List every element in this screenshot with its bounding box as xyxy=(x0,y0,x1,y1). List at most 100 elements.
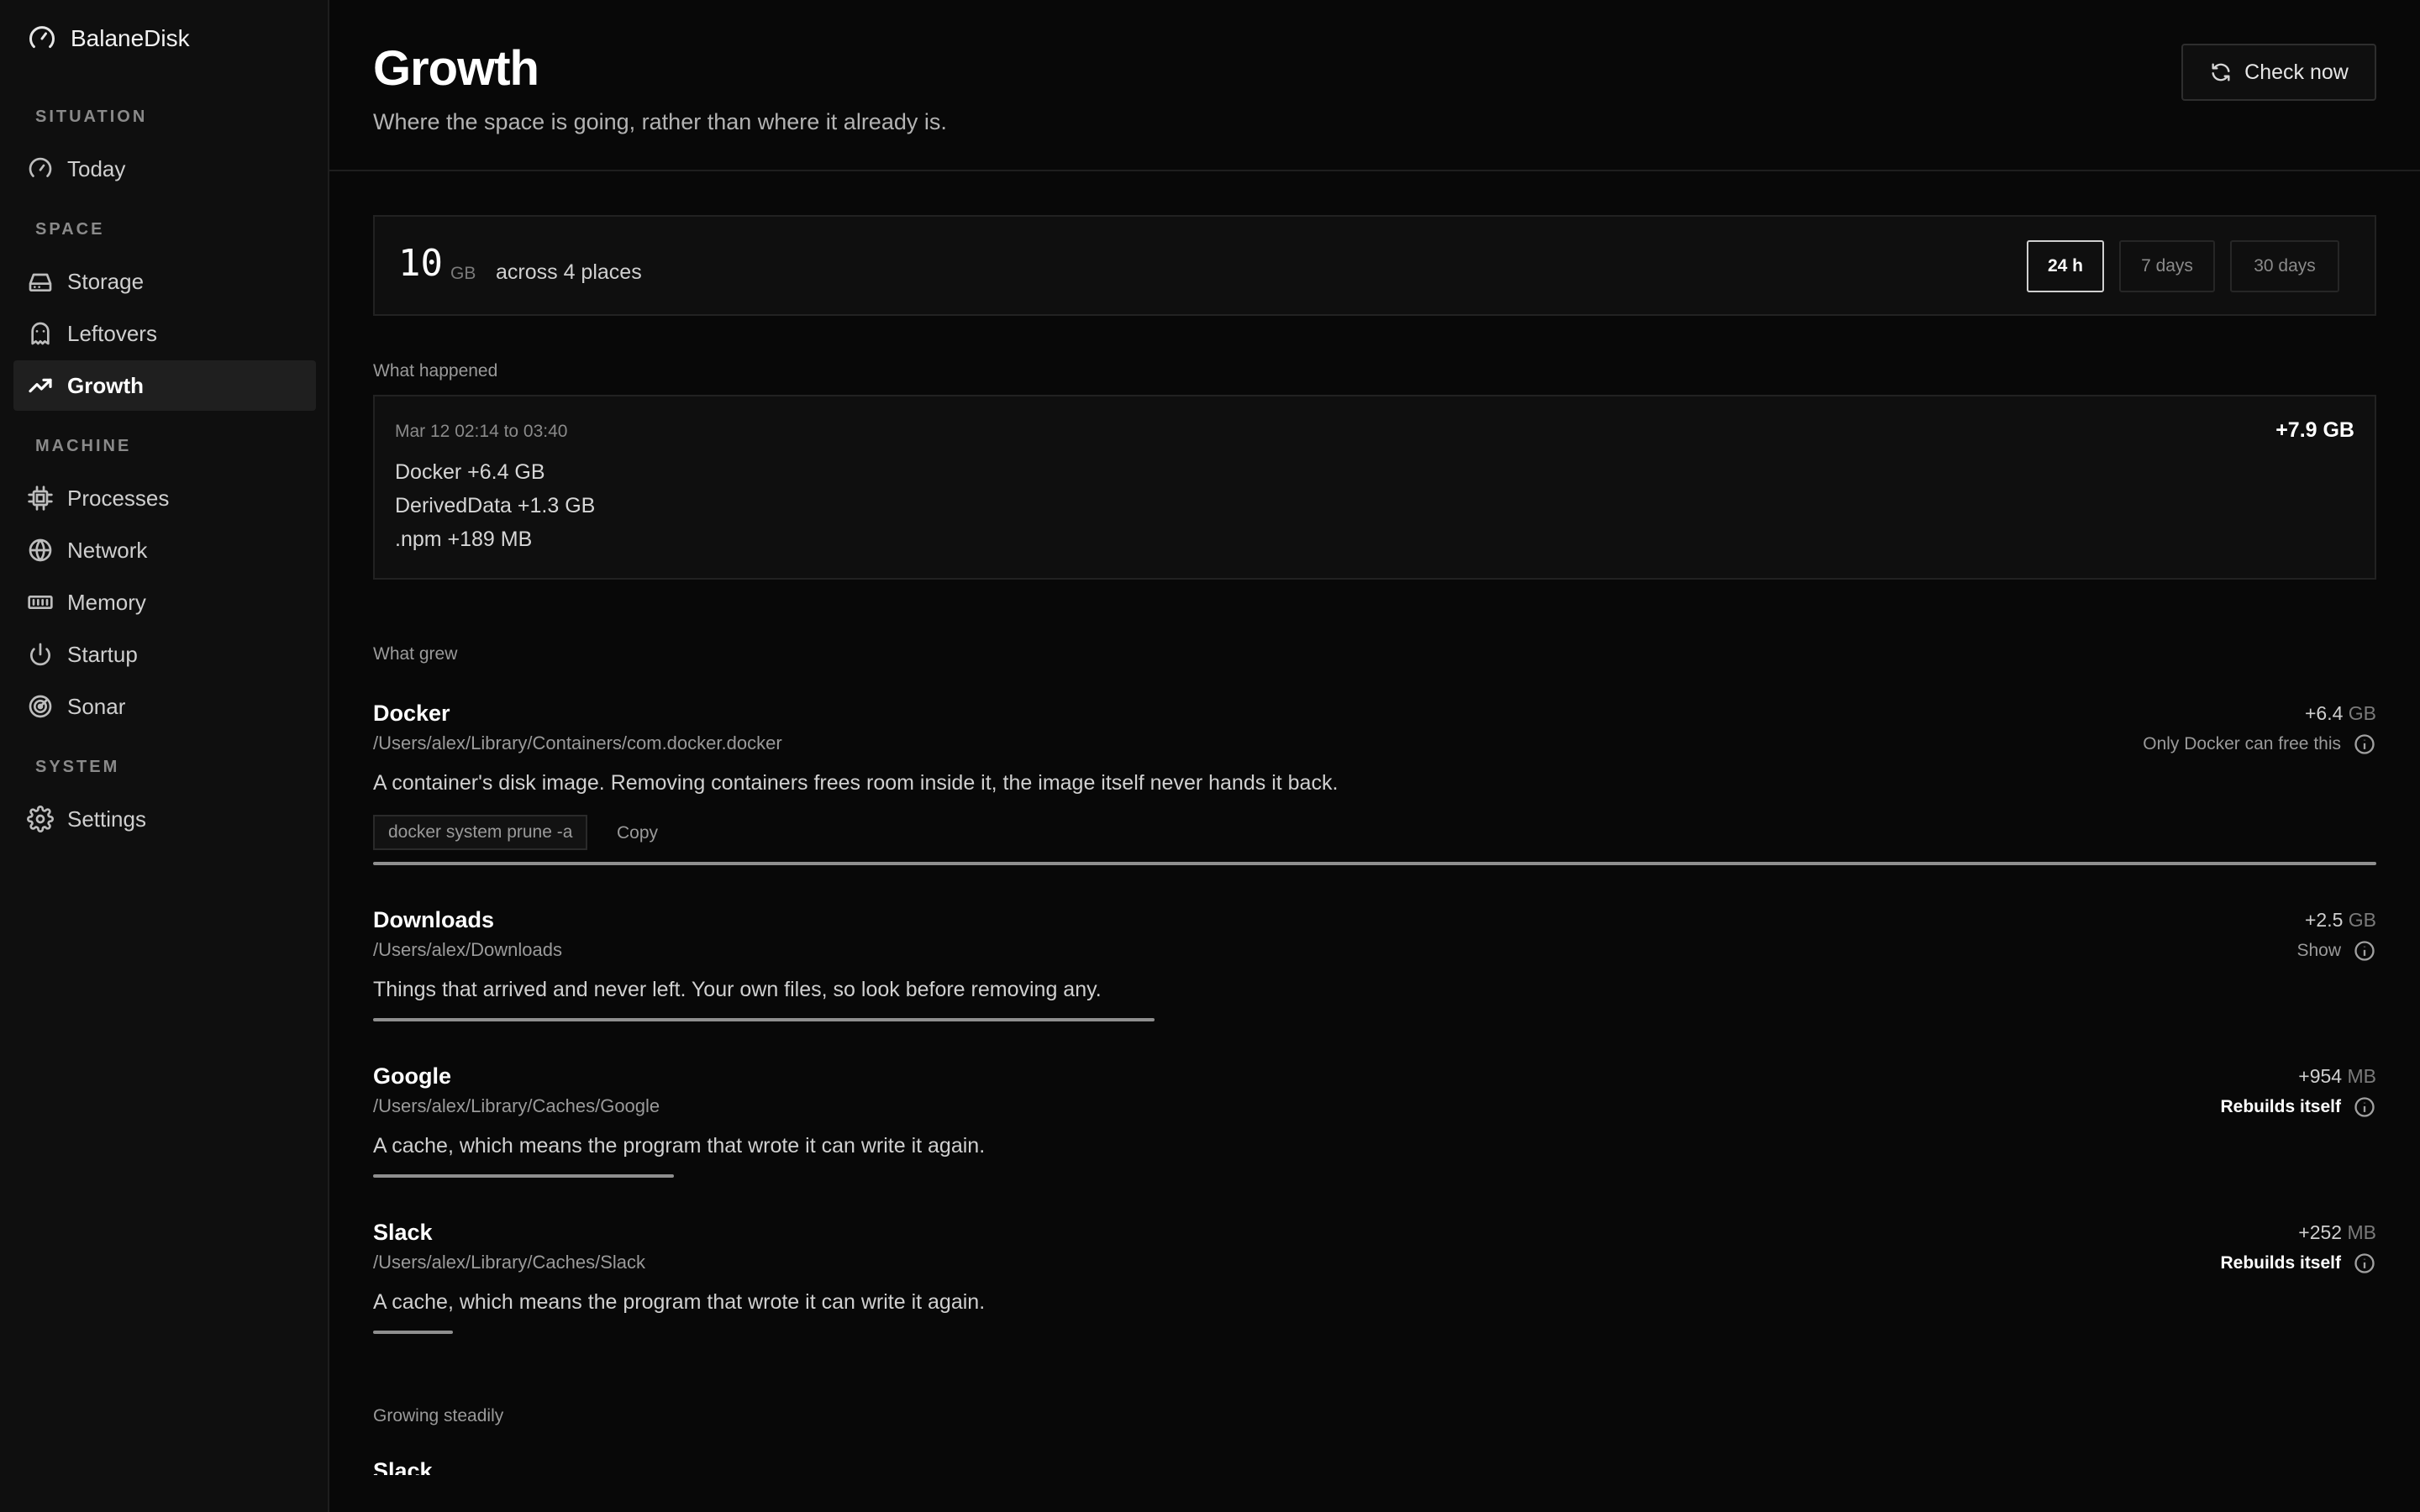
info-icon[interactable] xyxy=(2353,1095,2376,1119)
sidebar-item-today[interactable]: Today xyxy=(13,144,316,194)
sidebar-item-label: Sonar xyxy=(67,693,126,719)
globe-icon xyxy=(27,537,54,564)
grow-amount-value: +954 xyxy=(2298,1065,2343,1087)
grow-item-amount: +6.4 GB xyxy=(2305,702,2376,725)
section-label-situation: SITUATION xyxy=(35,108,148,126)
show-in-finder-link[interactable]: Show xyxy=(2296,941,2341,961)
event-line: Docker +6.4 GB xyxy=(395,460,545,484)
sidebar-item-label: Growth xyxy=(67,372,144,398)
sidebar-item-label: Leftovers xyxy=(67,320,157,346)
range-tab-30-days[interactable]: 30 days xyxy=(2230,240,2339,292)
grow-item-name: Downloads xyxy=(373,907,495,932)
sidebar-item-processes[interactable]: Processes xyxy=(13,473,316,523)
event-line: .npm +189 MB xyxy=(395,528,533,551)
gauge-icon xyxy=(29,26,55,49)
memory-icon xyxy=(27,589,54,616)
grow-item-downloads: Downloads /Users/alex/Downloads Things t… xyxy=(373,907,2376,1025)
sidebar-item-storage[interactable]: Storage xyxy=(13,256,316,307)
gauge-icon xyxy=(27,155,54,182)
check-now-label: Check now xyxy=(2244,60,2349,84)
summary-total-unit: GB xyxy=(450,264,476,283)
growth-share-bar xyxy=(373,1331,453,1334)
grow-item-note[interactable]: Rebuilds itself xyxy=(2220,1252,2376,1275)
sidebar-item-network[interactable]: Network xyxy=(13,525,316,575)
main-content: Growth Where the space is going, rather … xyxy=(329,0,2420,1512)
refresh-icon xyxy=(2212,63,2230,81)
check-now-button[interactable]: Check now xyxy=(2181,44,2376,101)
app-window: BalaneDisk SITUATION Today SPACE Storage… xyxy=(0,0,2420,1512)
what-happened-label: What happened xyxy=(373,361,498,381)
grow-item-description: Things that arrived and never left. Your… xyxy=(373,978,1102,1001)
copy-command-button[interactable]: Copy xyxy=(617,823,658,843)
section-label-system: SYSTEM xyxy=(35,758,120,776)
sidebar-item-label: Storage xyxy=(67,268,145,294)
grow-item-note[interactable]: Only Docker can free this xyxy=(2143,732,2376,756)
brand[interactable]: BalaneDisk xyxy=(27,22,190,55)
gear-icon xyxy=(27,806,54,832)
growing-steadily-label: Growing steadily xyxy=(373,1406,504,1425)
power-icon xyxy=(27,641,54,668)
ghost-icon xyxy=(27,320,54,347)
command-snippet[interactable]: docker system prune -a xyxy=(373,815,588,850)
sidebar-item-label: Startup xyxy=(67,641,138,667)
grow-item-description: A cache, which means the program that wr… xyxy=(373,1134,986,1158)
grow-item-slack: Slack /Users/alex/Library/Caches/Slack A… xyxy=(373,1220,2376,1337)
event-total: +7.9 GB xyxy=(2275,418,2354,442)
grow-amount-unit: GB xyxy=(2348,702,2376,724)
sidebar-item-label: Processes xyxy=(67,485,170,511)
grow-item-path: /Users/alex/Library/Caches/Slack xyxy=(373,1252,646,1273)
grow-amount-value: +6.4 xyxy=(2304,702,2344,724)
event-line: DerivedData +1.3 GB xyxy=(395,494,596,517)
grow-item-description: A cache, which means the program that wr… xyxy=(373,1290,986,1314)
grow-item-path: /Users/alex/Library/Caches/Google xyxy=(373,1095,660,1116)
grow-item-docker: Docker /Users/alex/Library/Containers/co… xyxy=(373,701,2376,869)
sidebar-item-growth[interactable]: Growth xyxy=(13,360,316,411)
growth-share-bar xyxy=(373,1018,1155,1021)
growth-share-bar xyxy=(373,862,2376,865)
grow-note-text: Rebuilds itself xyxy=(2220,1253,2341,1273)
sidebar-item-settings[interactable]: Settings xyxy=(13,794,316,844)
hard-drive-icon xyxy=(27,268,54,295)
section-label-space: SPACE xyxy=(35,220,105,239)
sidebar-item-label: Memory xyxy=(67,589,146,615)
page-header: Growth Where the space is going, rather … xyxy=(329,0,2420,171)
grow-note-text: Rebuilds itself xyxy=(2220,1097,2341,1116)
sidebar: BalaneDisk SITUATION Today SPACE Storage… xyxy=(0,0,329,1512)
grow-amount-value: +252 xyxy=(2298,1221,2343,1243)
info-icon[interactable] xyxy=(2353,1252,2376,1275)
sidebar-item-leftovers[interactable]: Leftovers xyxy=(13,308,316,359)
section-label-machine: MACHINE xyxy=(35,437,132,455)
what-grew-label: What grew xyxy=(373,644,458,664)
grow-item-note[interactable]: Rebuilds itself xyxy=(2220,1095,2376,1119)
trending-up-icon xyxy=(27,372,54,399)
grow-item-name: Slack xyxy=(373,1220,433,1245)
grow-item-amount: +252 MB xyxy=(2298,1221,2376,1244)
range-tab-7-days[interactable]: 7 days xyxy=(2119,240,2215,292)
sidebar-item-startup[interactable]: Startup xyxy=(13,629,316,680)
info-icon[interactable] xyxy=(2353,939,2376,963)
grow-item-name: Google xyxy=(373,1063,451,1089)
info-icon[interactable] xyxy=(2353,732,2376,756)
sidebar-item-sonar[interactable]: Sonar xyxy=(13,681,316,732)
cpu-icon xyxy=(27,485,54,512)
page-subtitle: Where the space is going, rather than wh… xyxy=(373,109,947,134)
event-time-range: Mar 12 02:14 to 03:40 xyxy=(395,422,568,441)
summary-total-value: 10 xyxy=(398,242,443,285)
summary-places-text: across 4 places xyxy=(496,260,642,284)
sidebar-item-label: Network xyxy=(67,537,148,563)
time-range-tabs: 24 h 7 days 30 days xyxy=(2027,240,2339,292)
grow-item-amount: +954 MB xyxy=(2298,1065,2376,1088)
sidebar-item-memory[interactable]: Memory xyxy=(13,577,316,627)
range-tab-24h[interactable]: 24 h xyxy=(2027,240,2104,292)
growth-share-bar xyxy=(373,1174,674,1178)
grow-amount-unit: MB xyxy=(2347,1221,2377,1243)
steady-item-slack: Slack xyxy=(373,1458,877,1475)
what-happened-event: Mar 12 02:14 to 03:40 +7.9 GB Docker +6.… xyxy=(373,395,2376,580)
growth-summary: 10 GB across 4 places 24 h 7 days 30 day… xyxy=(373,215,2376,316)
grow-amount-value: +2.5 xyxy=(2304,909,2344,931)
app-name: BalaneDisk xyxy=(71,25,190,51)
steady-item-name: Slack xyxy=(373,1458,433,1475)
grow-item-path: /Users/alex/Downloads xyxy=(373,939,562,960)
grow-amount-unit: MB xyxy=(2347,1065,2377,1087)
grow-item-note[interactable]: Show xyxy=(2296,939,2376,963)
